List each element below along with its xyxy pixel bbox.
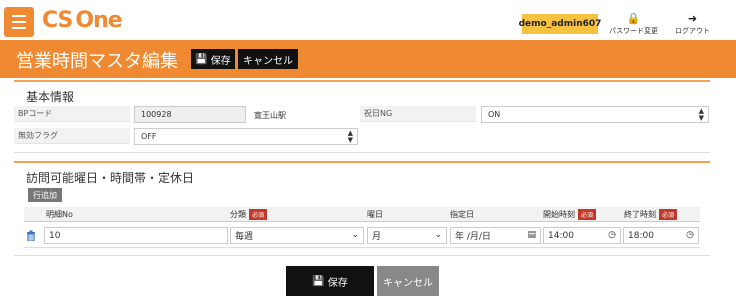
holiday-ng-label: 祝日NG [360, 106, 476, 122]
logout-link[interactable]: ➜ ログアウト [675, 13, 710, 36]
required-badge: 必須 [249, 209, 268, 220]
hamburger-menu-icon[interactable] [4, 7, 34, 37]
required-badge: 必須 [578, 209, 597, 220]
page-title: 営業時間マスタ編集 [16, 51, 178, 72]
end-time-input[interactable]: 18:00 ◷ [623, 227, 699, 244]
calendar-icon[interactable]: ▤ [527, 230, 536, 240]
header-save-label: 保存 [210, 55, 231, 67]
start-time-value: 14:00 [548, 230, 574, 241]
invalid-flag-select[interactable]: OFF ▲ ▼ [134, 128, 358, 145]
detail-no-value: 10 [49, 230, 61, 241]
footer-cancel-button[interactable]: キャンセル [377, 266, 439, 296]
end-time-value: 18:00 [628, 230, 654, 241]
category-value: 毎週 [235, 232, 254, 242]
footer-save-label: 保存 [327, 277, 348, 289]
header-save-button[interactable]: 💾 保存 [191, 49, 235, 69]
trash-icon[interactable] [26, 230, 36, 242]
header-cancel-button[interactable]: キャンセル [238, 49, 298, 69]
clock-icon[interactable]: ◷ [608, 230, 616, 240]
bp-name: 寛王山駅 [254, 111, 286, 120]
col-weekday: 曜日 [367, 210, 383, 219]
schedule-title: 訪問可能曜日・時間帯・定休日 [26, 171, 195, 185]
start-time-input[interactable]: 14:00 ◷ [543, 227, 621, 244]
category-select[interactable]: 毎週 ⌄ [230, 227, 364, 244]
user-badge: demo_admin607 [519, 14, 601, 34]
col-date: 指定日 [450, 210, 474, 219]
table-header [24, 207, 700, 222]
bp-code-label: BPコード [14, 106, 130, 122]
title-band: 営業時間マスタ編集 💾 保存 キャンセル [0, 40, 736, 78]
updown-arrow-icon: ▲ ▼ [698, 107, 704, 122]
weekday-value: 月 [372, 232, 382, 242]
logo-one: One [75, 8, 122, 33]
lock-icon: 🔒 [626, 12, 641, 25]
required-badge: 必須 [659, 209, 678, 220]
col-detail-no: 明細No [46, 210, 73, 219]
invalid-flag-label: 無効フラグ [14, 128, 130, 144]
col-end-time: 終了時刻 必須 [624, 209, 678, 220]
logout-label: ログアウト [675, 27, 710, 35]
col-start-time-label: 開始時刻 [543, 210, 575, 219]
section-divider [14, 152, 710, 153]
top-bar: CS One demo_admin607 🔒 パスワード変更 ➜ ログアウト [0, 0, 736, 40]
app-logo[interactable]: CS One [42, 8, 123, 33]
chevron-down-icon: ⌄ [351, 230, 359, 240]
col-category-label: 分類 [230, 210, 246, 219]
invalid-flag-value: OFF [141, 132, 157, 141]
section-divider [14, 161, 710, 163]
updown-arrow-icon: ▲ ▼ [347, 129, 353, 144]
col-end-time-label: 終了時刻 [624, 210, 656, 219]
logo-cs: CS [42, 8, 73, 33]
date-value: 年 /月/日 [455, 232, 491, 242]
footer-save-button[interactable]: 💾 保存 [286, 266, 374, 296]
chevron-down-icon: ⌄ [434, 230, 442, 240]
bp-code-field: 100928 [134, 106, 246, 123]
logout-icon: ➜ [687, 12, 698, 25]
section-divider [14, 255, 710, 256]
holiday-ng-select[interactable]: ON ▲ ▼ [481, 106, 709, 123]
save-icon: 💾 [312, 275, 325, 287]
date-input[interactable]: 年 /月/日 ▤ [450, 227, 541, 244]
save-icon: 💾 [195, 53, 208, 65]
weekday-select[interactable]: 月 ⌄ [367, 227, 447, 244]
basic-info-title: 基本情報 [26, 90, 75, 104]
col-start-time: 開始時刻 必須 [543, 209, 597, 220]
detail-no-input[interactable]: 10 [44, 227, 228, 244]
password-change-link[interactable]: 🔒 パスワード変更 [609, 13, 658, 36]
section-divider [14, 80, 710, 82]
add-row-button[interactable]: 行追加 [28, 188, 62, 202]
clock-icon[interactable]: ◷ [686, 230, 694, 240]
holiday-ng-value: ON [488, 110, 501, 119]
password-change-label: パスワード変更 [609, 27, 658, 35]
col-category: 分類 必須 [230, 209, 268, 220]
